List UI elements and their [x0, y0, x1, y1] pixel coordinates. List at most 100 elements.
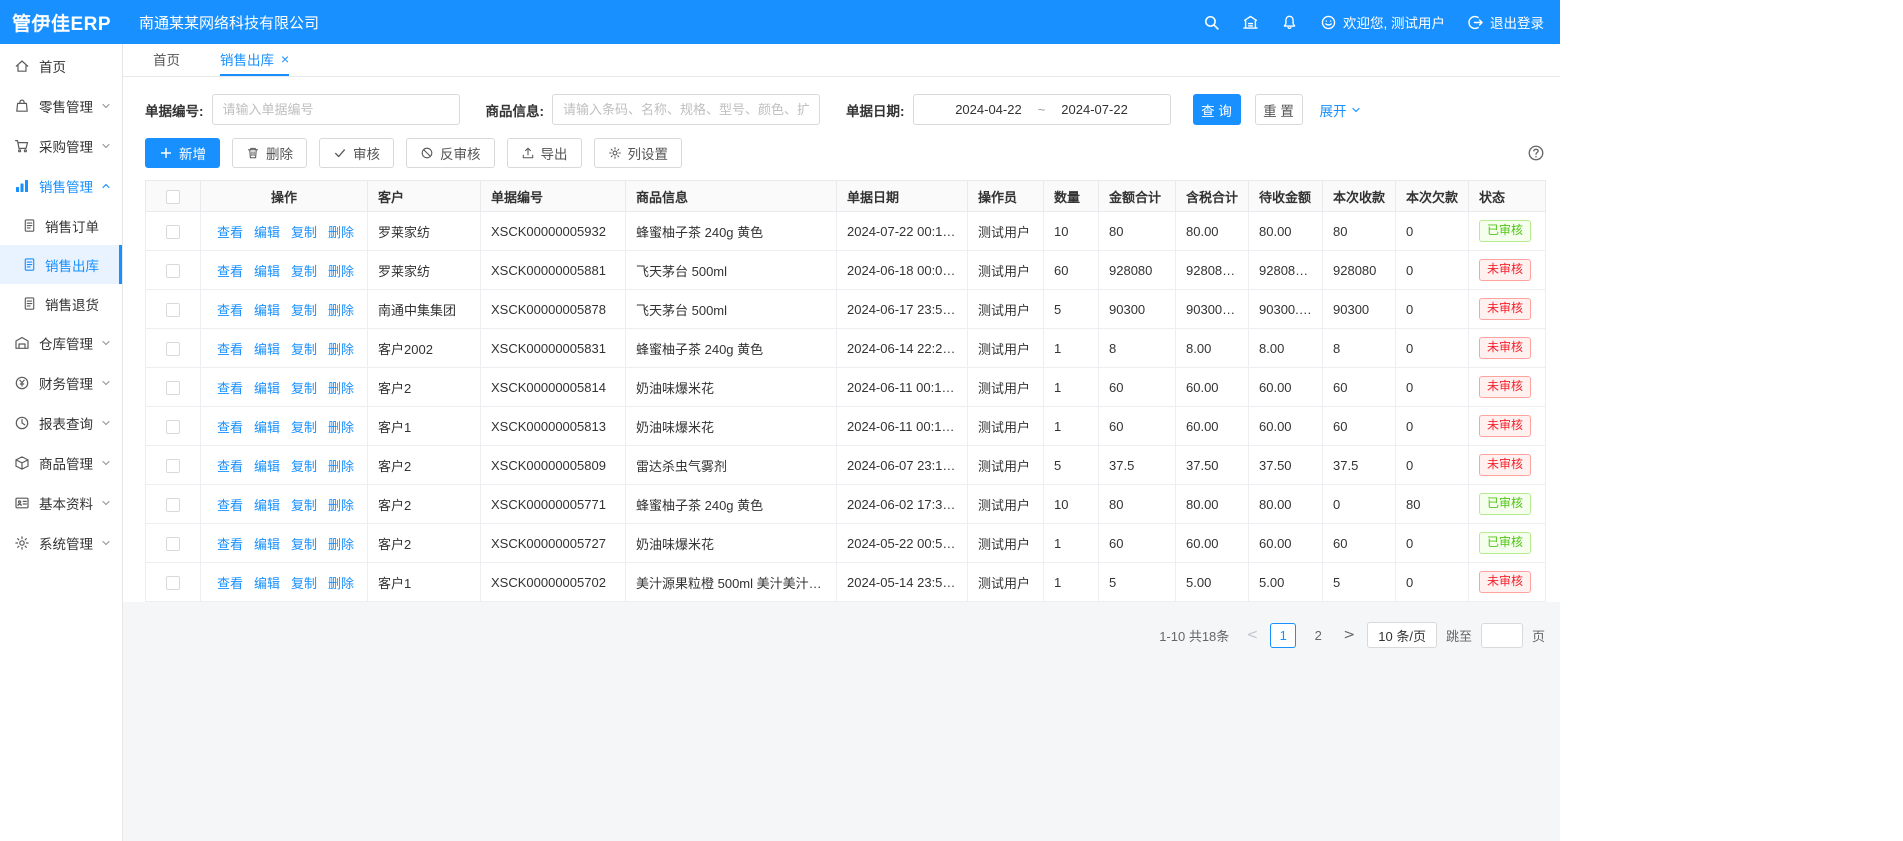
tab-sales-outbound[interactable]: 销售出库 × [220, 44, 289, 76]
row-checkbox[interactable] [166, 264, 180, 278]
sidebar-item-home[interactable]: 首页 [0, 46, 122, 86]
row-checkbox[interactable] [166, 303, 180, 317]
sidebar-item-products[interactable]: 商品管理 [0, 443, 122, 483]
sidebar-item-sales-return[interactable]: 销售退货 [0, 284, 122, 323]
row-action-copy[interactable]: 复制 [291, 420, 317, 435]
row-checkbox[interactable] [166, 225, 180, 239]
row-action-edit[interactable]: 编辑 [254, 420, 280, 435]
date-to-value[interactable]: 2024-07-22 [1061, 102, 1128, 117]
cell-qty: 5 [1044, 290, 1099, 329]
delete-button[interactable]: 删除 [232, 138, 307, 168]
cell-qty: 1 [1044, 563, 1099, 602]
row-action-delete[interactable]: 删除 [328, 225, 354, 240]
cell-date: 2024-06-11 00:19:21 [837, 368, 968, 407]
row-action-delete[interactable]: 删除 [328, 342, 354, 357]
row-action-delete[interactable]: 删除 [328, 498, 354, 513]
row-action-copy[interactable]: 复制 [291, 303, 317, 318]
row-checkbox[interactable] [166, 498, 180, 512]
row-action-delete[interactable]: 删除 [328, 420, 354, 435]
bell-icon[interactable] [1281, 14, 1298, 31]
row-action-edit[interactable]: 编辑 [254, 459, 280, 474]
row-action-copy[interactable]: 复制 [291, 576, 317, 591]
sidebar-item-purchase[interactable]: 采购管理 [0, 126, 122, 166]
page-number-2[interactable]: 2 [1305, 623, 1331, 648]
row-action-view[interactable]: 查看 [217, 576, 243, 591]
row-action-view[interactable]: 查看 [217, 342, 243, 357]
row-checkbox[interactable] [166, 537, 180, 551]
cell-operator: 测试用户 [968, 251, 1044, 290]
row-action-edit[interactable]: 编辑 [254, 342, 280, 357]
doc-no-input[interactable] [212, 94, 460, 125]
sidebar-item-reports[interactable]: 报表查询 [0, 403, 122, 443]
search-icon[interactable] [1203, 14, 1220, 31]
select-all-checkbox[interactable] [166, 190, 180, 204]
row-action-copy[interactable]: 复制 [291, 498, 317, 513]
row-checkbox[interactable] [166, 576, 180, 590]
sidebar-item-basic-data[interactable]: 基本资料 [0, 483, 122, 523]
row-action-edit[interactable]: 编辑 [254, 303, 280, 318]
sidebar-item-warehouse[interactable]: 仓库管理 [0, 323, 122, 363]
sidebar-item-sales[interactable]: 销售管理 [0, 166, 122, 206]
unaudit-button[interactable]: 反审核 [406, 138, 495, 168]
row-action-edit[interactable]: 编辑 [254, 381, 280, 396]
row-action-edit[interactable]: 编辑 [254, 264, 280, 279]
row-action-delete[interactable]: 删除 [328, 576, 354, 591]
row-action-edit[interactable]: 编辑 [254, 576, 280, 591]
product-info-input[interactable] [552, 94, 820, 125]
query-button[interactable]: 查 询 [1193, 94, 1241, 125]
row-checkbox[interactable] [166, 420, 180, 434]
row-action-delete[interactable]: 删除 [328, 303, 354, 318]
row-action-view[interactable]: 查看 [217, 420, 243, 435]
sidebar-item-system[interactable]: 系统管理 [0, 523, 122, 563]
date-from-value[interactable]: 2024-04-22 [955, 102, 1022, 117]
reset-button[interactable]: 重 置 [1255, 94, 1303, 125]
row-action-view[interactable]: 查看 [217, 381, 243, 396]
row-action-delete[interactable]: 删除 [328, 381, 354, 396]
export-button[interactable]: 导出 [507, 138, 582, 168]
row-checkbox[interactable] [166, 342, 180, 356]
row-action-copy[interactable]: 复制 [291, 459, 317, 474]
row-action-view[interactable]: 查看 [217, 498, 243, 513]
welcome-user[interactable]: 欢迎您, 测试用户 [1320, 12, 1445, 32]
row-checkbox[interactable] [166, 459, 180, 473]
row-action-delete[interactable]: 删除 [328, 459, 354, 474]
chevron-down-icon [100, 377, 112, 389]
logout-button[interactable]: 退出登录 [1467, 12, 1544, 32]
app-logo[interactable]: 管伊佳ERP [0, 9, 123, 36]
row-action-edit[interactable]: 编辑 [254, 498, 280, 513]
page-number-1[interactable]: 1 [1270, 623, 1296, 648]
doc-no-label: 单据编号: [145, 100, 204, 120]
jump-to-input[interactable] [1481, 623, 1523, 648]
row-action-copy[interactable]: 复制 [291, 381, 317, 396]
row-action-view[interactable]: 查看 [217, 225, 243, 240]
next-page-icon[interactable]: > [1340, 627, 1358, 643]
row-action-edit[interactable]: 编辑 [254, 225, 280, 240]
help-icon[interactable] [1527, 144, 1545, 162]
row-action-copy[interactable]: 复制 [291, 225, 317, 240]
row-checkbox[interactable] [166, 381, 180, 395]
date-range-picker[interactable]: 2024-04-22 ~ 2024-07-22 [913, 94, 1171, 125]
building-icon[interactable] [1242, 14, 1259, 31]
sidebar-item-finance[interactable]: 财务管理 [0, 363, 122, 403]
page-size-select[interactable]: 10 条/页 [1367, 622, 1437, 648]
add-button[interactable]: 新增 [145, 138, 220, 168]
row-action-view[interactable]: 查看 [217, 459, 243, 474]
row-action-view[interactable]: 查看 [217, 303, 243, 318]
tab-home[interactable]: 首页 [153, 44, 180, 76]
prev-page-icon[interactable]: < [1243, 627, 1261, 643]
row-action-copy[interactable]: 复制 [291, 537, 317, 552]
row-action-delete[interactable]: 删除 [328, 537, 354, 552]
sidebar-item-sales-outbound[interactable]: 销售出库 [0, 245, 122, 284]
row-action-edit[interactable]: 编辑 [254, 537, 280, 552]
sidebar-item-retail[interactable]: 零售管理 [0, 86, 122, 126]
row-action-copy[interactable]: 复制 [291, 342, 317, 357]
audit-button[interactable]: 审核 [319, 138, 394, 168]
row-action-view[interactable]: 查看 [217, 537, 243, 552]
row-action-delete[interactable]: 删除 [328, 264, 354, 279]
sidebar-item-sales-order[interactable]: 销售订单 [0, 206, 122, 245]
column-settings-button[interactable]: 列设置 [594, 138, 683, 168]
expand-filters-link[interactable]: 展开 [1320, 100, 1362, 120]
row-action-view[interactable]: 查看 [217, 264, 243, 279]
row-action-copy[interactable]: 复制 [291, 264, 317, 279]
close-icon[interactable]: × [281, 52, 289, 66]
